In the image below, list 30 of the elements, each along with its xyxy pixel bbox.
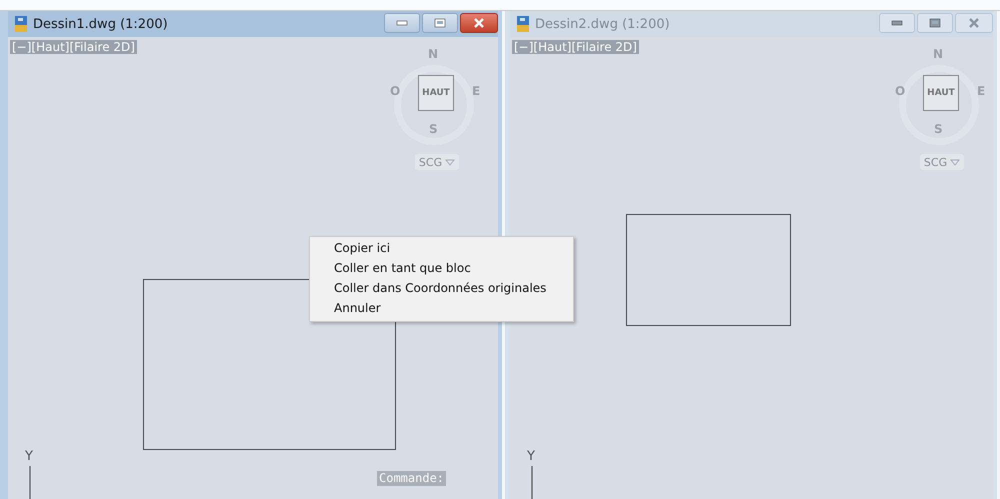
dropdown-icon [950,158,960,166]
window-title: Dessin1.dwg (1:200) [33,16,169,32]
menu-item[interactable]: Coller en tant que bloc [310,259,573,279]
compass-south-label[interactable]: S [429,122,438,136]
menu-item[interactable]: Copier ici [310,239,573,259]
compass-east-label[interactable]: E [472,84,480,98]
compass-north-label[interactable]: N [428,47,438,61]
axis-label: Y [25,450,33,464]
file-icon [14,15,28,33]
file-icon [516,15,530,33]
minimize-button[interactable] [384,13,420,33]
close-icon [473,18,485,28]
axis-label: Y [527,450,535,464]
close-icon [968,18,980,28]
y-axis [531,466,533,499]
menu-item[interactable]: Annuler [310,299,573,319]
dropdown-icon [445,158,456,166]
minimize-icon [891,18,903,28]
maximize-icon [434,18,446,28]
close-button[interactable] [460,13,498,33]
y-axis [29,466,31,499]
compass-west-label[interactable]: O [390,84,400,98]
window-title: Dessin2.dwg (1:200) [535,16,671,32]
maximize-icon [929,18,941,28]
viewcube[interactable]: HAUT [418,75,454,111]
minimize-icon [396,18,408,28]
maximize-button[interactable] [422,13,458,33]
menu-item[interactable]: Coller dans Coordonnées originales [310,279,573,299]
ucs-menu[interactable]: SCG [415,154,459,170]
viewport-label[interactable]: [−][Haut][Filaire 2D] [10,40,137,54]
